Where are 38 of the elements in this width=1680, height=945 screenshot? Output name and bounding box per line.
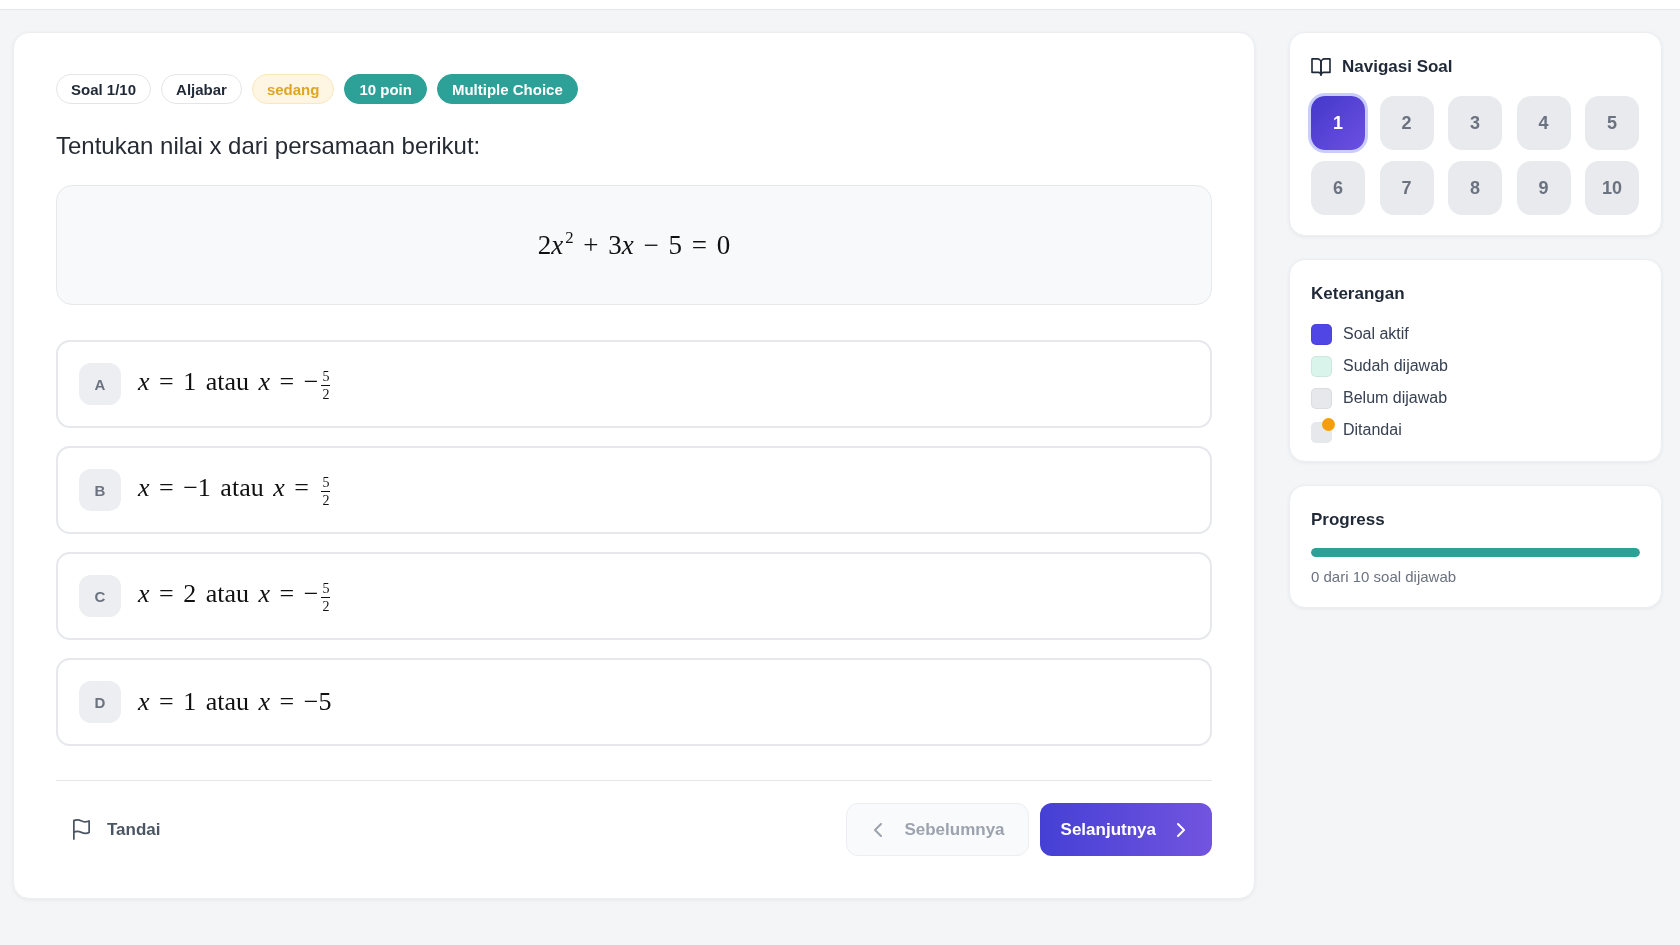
panel-title: Keterangan <box>1311 283 1405 305</box>
question-tag: Multiple Choice <box>436 74 578 104</box>
chevron-right-icon <box>1177 822 1185 837</box>
question-tag: sedang <box>251 74 335 104</box>
legend-label: Belum dijawab <box>1343 389 1448 407</box>
flag-button[interactable]: Tandai <box>56 803 177 856</box>
question-number-button[interactable]: 10 <box>1585 161 1639 215</box>
panel-title: Navigasi Soal <box>1342 56 1453 78</box>
book-open-icon <box>1311 58 1331 76</box>
question-number-button[interactable]: 8 <box>1448 161 1502 215</box>
question-tag: 10 poin <box>344 74 427 104</box>
answer-option[interactable]: D x = 1 atau x = −5 <box>56 658 1212 746</box>
next-button[interactable]: Selanjutnya <box>1039 803 1212 856</box>
question-number-button[interactable]: 4 <box>1516 96 1571 150</box>
chevron-left-icon <box>874 822 883 837</box>
flag-icon <box>72 819 91 840</box>
question-number-button[interactable]: 2 <box>1379 96 1434 150</box>
question-text: Tentukan nilai x dari persamaan berikut: <box>56 132 482 160</box>
equation-text: 2x$^{2}$ + 3x − 5 = 0 <box>537 229 731 261</box>
option-letter: C <box>79 575 121 617</box>
option-letter: B <box>79 469 121 511</box>
legend-label: Sudah dijawab <box>1343 357 1448 375</box>
option-letter: A <box>79 363 121 405</box>
question-number-button[interactable]: 3 <box>1448 96 1502 150</box>
question-number-button[interactable]: 6 <box>1311 161 1365 215</box>
panel-title: Progress <box>1311 509 1385 531</box>
question-tag: Soal 1/10 <box>56 74 152 104</box>
option-letter: D <box>79 681 121 723</box>
question-number-button[interactable]: 9 <box>1516 161 1571 215</box>
question-number-button[interactable]: 7 <box>1379 161 1434 215</box>
swatch-dot-icon <box>1311 417 1335 443</box>
question-tag: Aljabar <box>161 74 242 104</box>
progress-caption: 0 dari 10 soal dijawab <box>1311 567 1458 587</box>
legend-label: Ditandai <box>1343 421 1402 439</box>
question-number-button[interactable]: 5 <box>1585 96 1639 150</box>
question-number-button[interactable]: 1 <box>1311 96 1365 150</box>
legend-label: Soal aktif <box>1343 325 1409 343</box>
option-text: x = 1 atau x = −5 <box>138 687 332 717</box>
